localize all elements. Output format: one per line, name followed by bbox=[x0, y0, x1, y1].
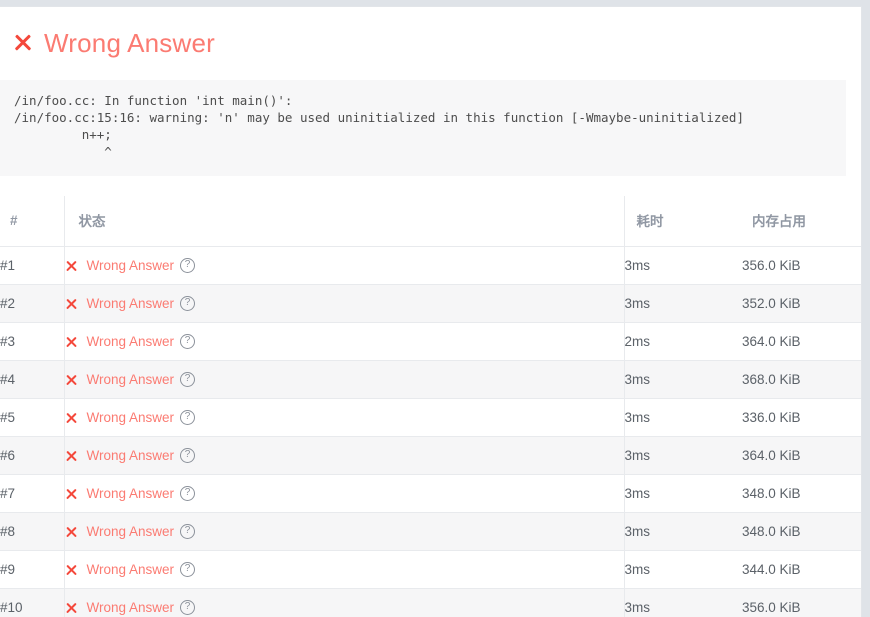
testcase-memory: 348.0 KiB bbox=[742, 474, 861, 513]
testcase-status-label: Wrong Answer bbox=[86, 448, 175, 463]
testcase-index: #2 bbox=[0, 284, 64, 323]
table-row: #6 Wrong Answer? 3ms 364.0 KiB bbox=[0, 436, 861, 475]
testcase-index: #10 bbox=[0, 588, 64, 617]
table-row: #5 Wrong Answer? 3ms 336.0 KiB bbox=[0, 398, 861, 437]
testcase-status-label: Wrong Answer bbox=[86, 334, 175, 349]
help-circle-icon[interactable]: ? bbox=[180, 600, 196, 615]
testcase-memory: 344.0 KiB bbox=[742, 550, 861, 589]
testcase-memory: 348.0 KiB bbox=[742, 512, 861, 551]
help-circle-icon[interactable]: ? bbox=[180, 524, 196, 539]
testcase-index: #3 bbox=[0, 322, 64, 361]
testcase-status-cell: Wrong Answer? bbox=[63, 398, 624, 437]
cross-icon bbox=[65, 259, 78, 272]
column-header-memory: 内存占用 bbox=[742, 196, 861, 247]
testcase-memory: 356.0 KiB bbox=[742, 246, 861, 285]
testcase-time: 3ms bbox=[623, 550, 742, 589]
testcase-memory: 364.0 KiB bbox=[742, 322, 861, 361]
help-circle-icon[interactable]: ? bbox=[180, 258, 196, 273]
cross-icon bbox=[65, 449, 78, 462]
testcase-status-cell: Wrong Answer? bbox=[63, 284, 624, 323]
table-header-row: # 状态 耗时 内存占用 bbox=[0, 196, 861, 247]
column-header-time: 耗时 bbox=[623, 196, 742, 247]
testcase-memory: 336.0 KiB bbox=[742, 398, 861, 437]
help-circle-icon[interactable]: ? bbox=[180, 296, 196, 311]
testcase-index: #8 bbox=[0, 512, 64, 551]
cross-icon bbox=[65, 487, 78, 500]
verdict-label: Wrong Answer bbox=[44, 28, 215, 58]
testcase-status-cell: Wrong Answer? bbox=[63, 512, 624, 551]
table-row: #3 Wrong Answer? 2ms 364.0 KiB bbox=[0, 322, 861, 361]
help-circle-icon[interactable]: ? bbox=[180, 410, 196, 425]
page-background: Wrong Answer /in/foo.cc: In function 'in… bbox=[0, 0, 870, 617]
testcase-time: 3ms bbox=[623, 360, 742, 399]
testcase-index: #7 bbox=[0, 474, 64, 513]
table-row: #7 Wrong Answer? 3ms 348.0 KiB bbox=[0, 474, 861, 513]
cross-icon bbox=[65, 525, 78, 538]
help-circle-icon[interactable]: ? bbox=[180, 334, 196, 349]
testcase-memory: 368.0 KiB bbox=[742, 360, 861, 399]
table-row: #2 Wrong Answer? 3ms 352.0 KiB bbox=[0, 284, 861, 323]
help-circle-icon[interactable]: ? bbox=[180, 562, 196, 577]
testcase-time: 3ms bbox=[623, 474, 742, 513]
table-row: #4 Wrong Answer? 3ms 368.0 KiB bbox=[0, 360, 861, 399]
testcase-status-label: Wrong Answer bbox=[86, 296, 175, 311]
testcase-memory: 352.0 KiB bbox=[742, 284, 861, 323]
testcase-time: 3ms bbox=[623, 436, 742, 475]
table-body: #1 Wrong Answer? 3ms 356.0 KiB #2 Wrong Answe… bbox=[0, 246, 861, 617]
verdict-header: Wrong Answer bbox=[0, 7, 861, 58]
cross-icon bbox=[65, 563, 78, 576]
testcase-index: #4 bbox=[0, 360, 64, 399]
cross-icon bbox=[65, 335, 78, 348]
testcase-status-label: Wrong Answer bbox=[86, 600, 175, 615]
compiler-output-panel: /in/foo.cc: In function 'int main()': /i… bbox=[0, 80, 846, 176]
testcase-results-table: # 状态 耗时 内存占用 #1 Wrong Answer? 3ms 356.0 KiB… bbox=[0, 196, 861, 617]
cross-icon bbox=[12, 32, 34, 54]
compiler-output-text: /in/foo.cc: In function 'int main()': /i… bbox=[14, 93, 744, 159]
testcase-status-cell: Wrong Answer? bbox=[63, 246, 624, 285]
submission-result-card: Wrong Answer /in/foo.cc: In function 'in… bbox=[0, 6, 862, 617]
testcase-index: #6 bbox=[0, 436, 64, 475]
testcase-time: 3ms bbox=[623, 588, 742, 617]
testcase-status-cell: Wrong Answer? bbox=[63, 588, 624, 617]
help-circle-icon[interactable]: ? bbox=[180, 372, 196, 387]
testcase-status-label: Wrong Answer bbox=[86, 486, 175, 501]
testcase-status-label: Wrong Answer bbox=[86, 524, 175, 539]
help-circle-icon[interactable]: ? bbox=[180, 486, 196, 501]
testcase-index: #5 bbox=[0, 398, 64, 437]
testcase-status-cell: Wrong Answer? bbox=[63, 322, 624, 361]
table-row: #8 Wrong Answer? 3ms 348.0 KiB bbox=[0, 512, 861, 551]
cross-icon bbox=[65, 601, 78, 614]
testcase-time: 2ms bbox=[623, 322, 742, 361]
testcase-status-cell: Wrong Answer? bbox=[63, 436, 624, 475]
table-row: #9 Wrong Answer? 3ms 344.0 KiB bbox=[0, 550, 861, 589]
testcase-time: 3ms bbox=[623, 284, 742, 323]
testcase-status-label: Wrong Answer bbox=[86, 372, 175, 387]
table-header: # 状态 耗时 内存占用 bbox=[0, 196, 861, 247]
testcase-status-label: Wrong Answer bbox=[86, 258, 175, 273]
table-row: #1 Wrong Answer? 3ms 356.0 KiB bbox=[0, 246, 861, 285]
column-header-index: # bbox=[0, 196, 64, 247]
testcase-time: 3ms bbox=[623, 512, 742, 551]
testcase-status-cell: Wrong Answer? bbox=[63, 550, 624, 589]
cross-icon bbox=[65, 411, 78, 424]
cross-icon bbox=[65, 297, 78, 310]
testcase-memory: 356.0 KiB bbox=[742, 588, 861, 617]
column-header-status: 状态 bbox=[63, 196, 624, 247]
testcase-memory: 364.0 KiB bbox=[742, 436, 861, 475]
testcase-index: #9 bbox=[0, 550, 64, 589]
testcase-status-cell: Wrong Answer? bbox=[63, 474, 624, 513]
testcase-time: 3ms bbox=[623, 398, 742, 437]
testcase-status-cell: Wrong Answer? bbox=[63, 360, 624, 399]
testcase-time: 3ms bbox=[623, 246, 742, 285]
table-row: #10 Wrong Answer? 3ms 356.0 KiB bbox=[0, 588, 861, 617]
help-circle-icon[interactable]: ? bbox=[180, 448, 196, 463]
cross-icon bbox=[65, 373, 78, 386]
testcase-status-label: Wrong Answer bbox=[86, 410, 175, 425]
testcase-index: #1 bbox=[0, 246, 64, 285]
testcase-status-label: Wrong Answer bbox=[86, 562, 175, 577]
